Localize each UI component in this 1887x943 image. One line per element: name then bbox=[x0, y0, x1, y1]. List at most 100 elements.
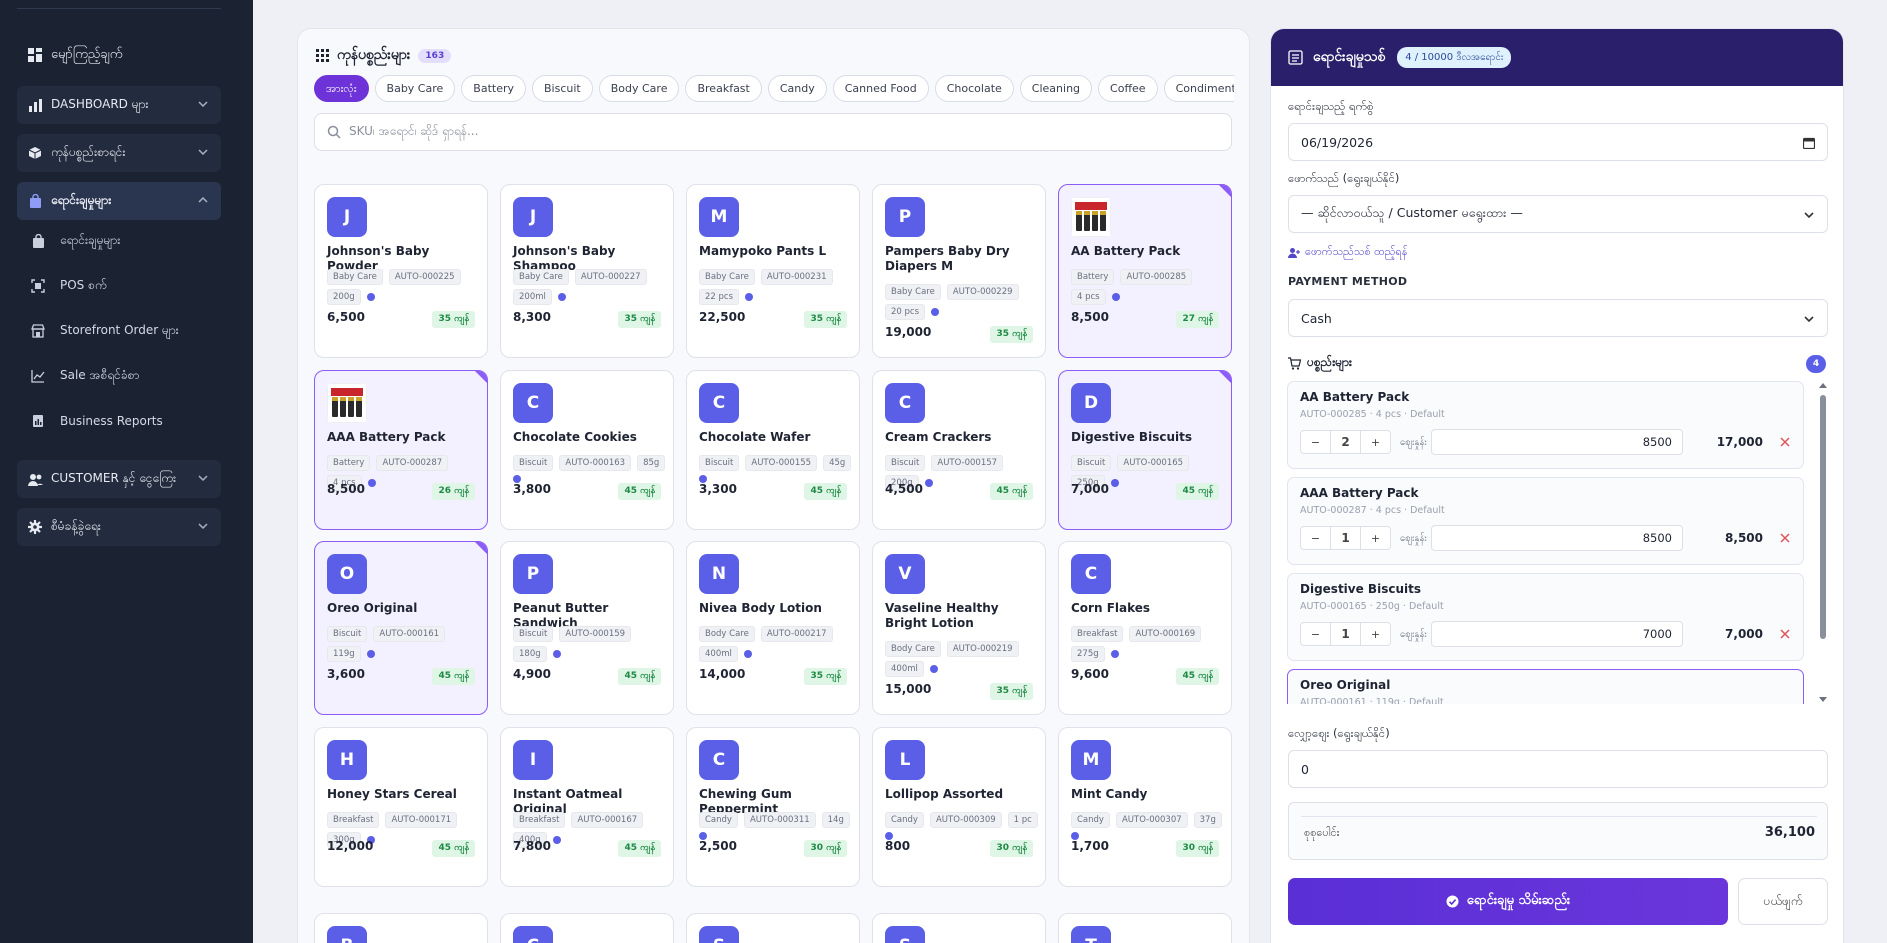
sidebar-group-sales[interactable]: ရောင်းချမှုများ bbox=[17, 182, 221, 220]
sidebar-group-settings[interactable]: စီမံခန့်ခွဲရေး bbox=[17, 508, 221, 546]
sku-tag: AUTO-000155 bbox=[745, 455, 818, 471]
sidebar-sub-label: Storefront Order များ bbox=[60, 323, 179, 337]
stock-badge: 45 ကျန် bbox=[1176, 668, 1219, 685]
increment-button[interactable]: + bbox=[1361, 436, 1390, 449]
product-card[interactable]: B bbox=[314, 913, 488, 943]
product-card[interactable]: M Mint Candy Candy AUTO-000307 37g 1,700 30 ကျ… bbox=[1058, 727, 1232, 887]
unit-price-input[interactable]: 7000 bbox=[1431, 621, 1683, 647]
sidebar-sub-sale-report[interactable]: Sale အစီရင်ခံစာ bbox=[30, 361, 139, 391]
increment-button[interactable]: + bbox=[1361, 532, 1390, 545]
category-pill[interactable]: Candy bbox=[767, 75, 827, 102]
product-avatar: L bbox=[885, 740, 925, 780]
cart-item[interactable]: Oreo Original AUTO-000161 · 119g · Defaul… bbox=[1287, 669, 1804, 704]
save-sale-label: ရောင်းချမှု သိမ်းဆည်း bbox=[1466, 893, 1571, 908]
product-card[interactable]: T bbox=[1058, 913, 1232, 943]
unit-price-input[interactable]: 8500 bbox=[1431, 429, 1683, 455]
category-pill[interactable]: Body Care bbox=[598, 75, 680, 102]
product-name: Cream Crackers bbox=[885, 430, 992, 444]
cart-item[interactable]: AAA Battery Pack AUTO-000287 · 4 pcs · De… bbox=[1287, 477, 1804, 565]
product-card[interactable]: N Nivea Body Lotion Body Care AUTO-000217 40… bbox=[686, 541, 860, 715]
product-card[interactable]: J Johnson's Baby Powder Baby Care AUTO-0002… bbox=[314, 184, 488, 358]
product-price: 4,900 bbox=[513, 667, 551, 681]
scrollbar-thumb[interactable] bbox=[1820, 395, 1826, 639]
variant-dot bbox=[552, 650, 561, 658]
sidebar-sub-sales[interactable]: ရောင်းချမှုများ bbox=[30, 226, 120, 256]
decrement-button[interactable]: − bbox=[1301, 532, 1330, 545]
quantity-stepper[interactable]: −2 + bbox=[1300, 430, 1391, 454]
sidebar-group-dashboard[interactable]: DASHBOARD များ bbox=[17, 86, 221, 124]
product-card[interactable]: C bbox=[500, 913, 674, 943]
category-pill[interactable]: Baby Care bbox=[374, 75, 456, 102]
product-card[interactable]: I Instant Oatmeal Original Breakfast AUTO-0… bbox=[500, 727, 674, 887]
category-pill[interactable]: Cleaning bbox=[1019, 75, 1093, 102]
category-pill[interactable]: Canned Food bbox=[832, 75, 929, 102]
product-card[interactable]: H Honey Stars Cereal Breakfast AUTO-000171 3… bbox=[314, 727, 488, 887]
sale-date-input[interactable]: 06/19/2026 bbox=[1288, 123, 1828, 161]
product-card[interactable]: P Peanut Butter Sandwich Biscuit AUTO-00015… bbox=[500, 541, 674, 715]
category-pill[interactable]: Breakfast bbox=[685, 75, 762, 102]
cart-items-list[interactable]: AA Battery Pack AUTO-000285 · 4 pcs · Def… bbox=[1287, 381, 1813, 704]
line-total: 8,500 bbox=[1725, 531, 1763, 545]
product-card[interactable]: J Johnson's Baby Shampoo Baby Care AUTO-000… bbox=[500, 184, 674, 358]
payment-method-value: Cash bbox=[1301, 310, 1332, 326]
category-pill[interactable]: Battery bbox=[461, 75, 526, 102]
size-tag: 200ml bbox=[513, 289, 552, 305]
category-pill[interactable]: Condiment bbox=[1163, 75, 1234, 102]
category-pill[interactable]: အားလုံး bbox=[314, 75, 369, 102]
sidebar-item-overview[interactable]: မျော်ကြည့်ချက် bbox=[17, 36, 221, 74]
quantity-stepper[interactable]: −1 + bbox=[1300, 526, 1391, 550]
save-sale-button[interactable]: ရောင်းချမှု သိမ်းဆည်း bbox=[1288, 878, 1728, 925]
decrement-button[interactable]: − bbox=[1301, 436, 1330, 449]
sidebar-group-customer[interactable]: CUSTOMER နှင့် ငွေကြေး bbox=[17, 460, 221, 498]
product-card[interactable]: M Mamypoko Pants L Baby Care AUTO-000231 22 … bbox=[686, 184, 860, 358]
sku-tag: AUTO-000307 bbox=[1115, 812, 1188, 828]
sidebar-sub-business-reports[interactable]: Business Reports bbox=[30, 406, 163, 436]
unit-price-input[interactable]: 8500 bbox=[1431, 525, 1683, 551]
category-pill[interactable]: Biscuit bbox=[532, 75, 593, 102]
product-card[interactable]: C Corn Flakes Breakfast AUTO-000169 275g 9,60… bbox=[1058, 541, 1232, 715]
product-card[interactable]: P Pampers Baby Dry Diapers M Baby Care AUTO… bbox=[872, 184, 1046, 358]
stock-badge: 35 ကျန် bbox=[990, 683, 1033, 700]
product-card[interactable]: C Cream Crackers Biscuit AUTO-000157 200g 4,5… bbox=[872, 370, 1046, 530]
stock-badge: 35 ကျန် bbox=[432, 311, 475, 328]
product-card[interactable]: O Oreo Original Biscuit AUTO-000161 119g 3,60… bbox=[314, 541, 488, 715]
sidebar-group-inventory[interactable]: ကုန်ပစ္စည်းစာရင်း bbox=[17, 134, 221, 172]
product-card[interactable]: C Chocolate Wafer Biscuit AUTO-000155 45g 3,3… bbox=[686, 370, 860, 530]
product-card[interactable]: D Digestive Biscuits Biscuit AUTO-000165 250… bbox=[1058, 370, 1232, 530]
discount-input[interactable]: 0 bbox=[1288, 750, 1828, 788]
cancel-button[interactable]: ပယ်ဖျက် bbox=[1738, 878, 1828, 925]
sidebar-sub-pos[interactable]: POS စက် bbox=[30, 271, 107, 301]
unit-price-label: စျေးနှုန်း bbox=[1400, 629, 1427, 640]
scroll-down-icon[interactable] bbox=[1818, 694, 1828, 704]
add-customer-link[interactable]: ဖောက်သည်သစ် ထည့်ရန် bbox=[1288, 245, 1407, 261]
product-card[interactable]: AA Battery Pack Battery AUTO-000285 4 pcs 8,… bbox=[1058, 184, 1232, 358]
calendar-icon[interactable] bbox=[1803, 137, 1815, 149]
cart-item[interactable]: AA Battery Pack AUTO-000285 · 4 pcs · Def… bbox=[1287, 381, 1804, 469]
product-card[interactable]: C Chocolate Cookies Biscuit AUTO-000163 85g 3… bbox=[500, 370, 674, 530]
cart-scrollbar[interactable] bbox=[1818, 381, 1828, 704]
product-price: 3,800 bbox=[513, 482, 551, 496]
quantity-stepper[interactable]: −1 + bbox=[1300, 622, 1391, 646]
product-card[interactable]: C Chewing Gum Peppermint Candy AUTO-000311 1… bbox=[686, 727, 860, 887]
category-pill[interactable]: Coffee bbox=[1098, 75, 1158, 102]
cart-item[interactable]: Digestive Biscuits AUTO-000165 · 250g · D… bbox=[1287, 573, 1804, 661]
category-pill[interactable]: Chocolate bbox=[934, 75, 1014, 102]
decrement-button[interactable]: − bbox=[1301, 628, 1330, 641]
product-card[interactable]: S bbox=[872, 913, 1046, 943]
sidebar-group-label: CUSTOMER နှင့် ငွေကြေး bbox=[51, 471, 177, 485]
product-card[interactable]: V Vaseline Healthy Bright Lotion Body Care… bbox=[872, 541, 1046, 715]
remove-item-icon[interactable] bbox=[1779, 532, 1791, 544]
product-search-input[interactable]: SKU၊ အရောင်၊ ဆိုဒ် ရှာရန်... bbox=[314, 113, 1232, 151]
increment-button[interactable]: + bbox=[1361, 628, 1390, 641]
sidebar-sub-storefront[interactable]: Storefront Order များ bbox=[30, 316, 179, 346]
payment-method-select[interactable]: Cash bbox=[1288, 299, 1828, 337]
customer-select[interactable]: — ဆိုင်လာဝယ်သူ / Customer မရွေးထား — bbox=[1288, 195, 1828, 233]
remove-item-icon[interactable] bbox=[1779, 436, 1791, 448]
product-card[interactable]: L Lollipop Assorted Candy AUTO-000309 1 pc 80… bbox=[872, 727, 1046, 887]
product-card[interactable]: S bbox=[686, 913, 860, 943]
product-card[interactable]: AAA Battery Pack Battery AUTO-000287 4 pcs 8… bbox=[314, 370, 488, 530]
remove-item-icon[interactable] bbox=[1779, 628, 1791, 640]
scroll-up-icon[interactable] bbox=[1818, 381, 1828, 391]
category-tag: Baby Care bbox=[699, 269, 755, 285]
sidebar-sub-label: POS စက် bbox=[60, 278, 107, 292]
